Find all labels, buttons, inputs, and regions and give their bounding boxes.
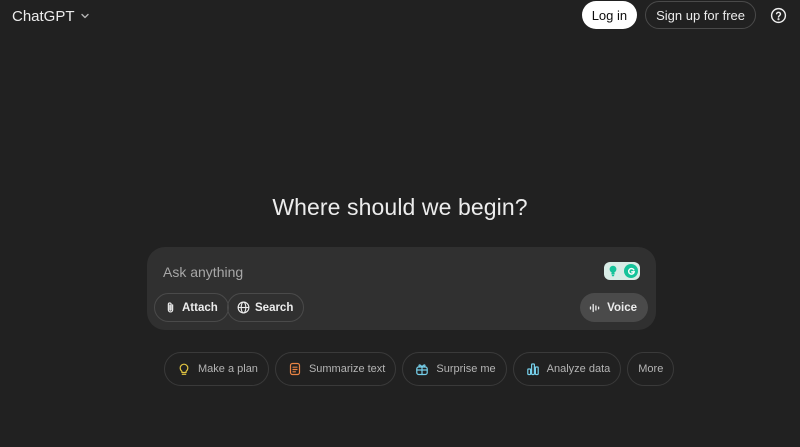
page-title: Where should we begin? [272, 194, 528, 220]
suggestion-more[interactable]: More [627, 352, 675, 386]
suggestion-analyze-data[interactable]: Analyze data [512, 352, 622, 386]
page: ChatGPT Log in Sign up for free Where sh… [0, 0, 800, 447]
gift-icon [416, 364, 429, 376]
sound-wave-icon [590, 303, 600, 312]
voice-label: Voice [607, 301, 637, 314]
grammarly-badge[interactable] [604, 262, 640, 280]
search-label: Search [255, 301, 294, 314]
suggestion-label: More [638, 363, 664, 375]
search-button[interactable]: Search [227, 293, 305, 322]
paperclip-icon [167, 302, 174, 313]
suggestion-label: Summarize text [308, 363, 386, 375]
signup-button[interactable]: Sign up for free [645, 1, 756, 29]
bar-chart-icon [526, 363, 539, 376]
brand-label: ChatGPT [12, 7, 75, 25]
composer: Attach Search Voice [147, 247, 656, 330]
globe-icon [237, 301, 250, 314]
login-button[interactable]: Log in [581, 1, 638, 29]
prompt-input[interactable] [163, 261, 583, 283]
lightbulb-icon [609, 265, 617, 277]
attach-button[interactable]: Attach [154, 293, 229, 322]
suggestion-label: Surprise me [436, 363, 496, 375]
voice-button[interactable]: Voice [580, 293, 648, 322]
header-actions: Log in Sign up for free [581, 1, 792, 29]
suggestion-summarize-text[interactable]: Summarize text [274, 352, 397, 386]
grammarly-icon [624, 264, 638, 278]
document-icon [289, 362, 301, 376]
question-circle-icon [770, 7, 786, 23]
suggestion-make-a-plan[interactable]: Make a plan [164, 352, 269, 386]
attach-label: Attach [182, 301, 218, 314]
suggestion-label: Make a plan [198, 363, 258, 375]
suggestion-chips: Make a plan Summarize text Surprise me A… [164, 352, 675, 386]
suggestion-label: Analyze data [546, 363, 611, 375]
chevron-down-icon [80, 13, 89, 19]
suggestion-surprise-me[interactable]: Surprise me [402, 352, 507, 386]
model-switcher[interactable]: ChatGPT [12, 6, 91, 26]
help-button[interactable] [764, 1, 792, 29]
lightbulb-icon [179, 363, 189, 375]
